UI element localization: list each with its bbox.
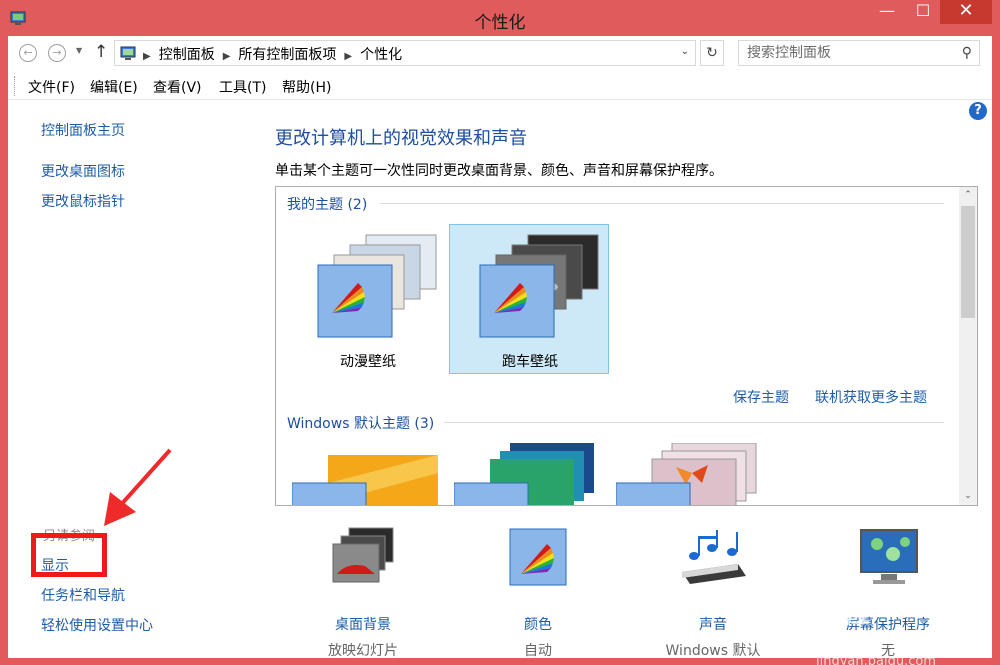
refresh-button[interactable]: ↻ xyxy=(700,40,724,66)
forward-button[interactable]: → xyxy=(48,44,66,62)
my-themes-heading: 我的主题 (2) xyxy=(287,197,368,213)
red-arrow-annotation-icon xyxy=(104,448,172,526)
minimize-button[interactable]: — xyxy=(870,0,904,24)
theme-anime-wallpaper[interactable]: 动漫壁纸 xyxy=(288,225,448,375)
theme-sports-car-wallpaper[interactable]: 跑车壁纸 xyxy=(449,224,609,374)
group-divider xyxy=(444,422,944,423)
menu-view[interactable]: 查看(V) xyxy=(153,77,202,97)
save-theme-link[interactable]: 保存主题 xyxy=(733,387,789,407)
control-panel-icon xyxy=(120,46,136,60)
title-bar: 个性化 — ☐ ✕ xyxy=(0,0,1000,36)
menu-grip xyxy=(14,76,16,96)
window-title: 个性化 xyxy=(474,13,526,33)
color-icon xyxy=(509,528,567,586)
address-box[interactable]: ▶ 控制面板 ▶ 所有控制面板项 ▶ 个性化 ⌄ xyxy=(114,40,696,66)
recent-locations-chevron-icon[interactable]: ▼ xyxy=(76,46,82,55)
page-title: 更改计算机上的视觉效果和声音 xyxy=(275,128,527,149)
theme-name: 跑车壁纸 xyxy=(502,354,558,370)
address-bar: ← → ▼ ↑ ▶ 控制面板 ▶ 所有控制面板项 ▶ 个性化 ⌄ ↻ ⚲ xyxy=(8,36,992,70)
close-button[interactable]: ✕ xyxy=(940,0,992,24)
maximize-button[interactable]: ☐ xyxy=(906,0,940,24)
change-mouse-pointer-link[interactable]: 更改鼠标指针 xyxy=(41,191,125,211)
menu-tools[interactable]: 工具(T) xyxy=(219,77,266,97)
crumb-separator-icon: ▶ xyxy=(222,51,231,62)
theme-anime-thumbnail xyxy=(317,234,437,338)
scroll-thumb[interactable] xyxy=(961,206,975,318)
address-dropdown-chevron-icon[interactable]: ⌄ xyxy=(681,46,689,57)
crumb-personalization[interactable]: 个性化 xyxy=(360,47,402,63)
crumb-control-panel[interactable]: 控制面板 xyxy=(159,47,215,63)
crumb-separator-icon: ▶ xyxy=(143,51,151,62)
windows-default-themes-heading: Windows 默认主题 (3) xyxy=(287,416,435,432)
theme-list: 我的主题 (2) 动漫壁纸 跑车壁纸 保存主题 联机获取更多主题 Windows… xyxy=(275,186,978,506)
scroll-up-arrow-icon[interactable]: ⌃ xyxy=(959,187,977,204)
breadcrumb: ▶ 控制面板 ▶ 所有控制面板项 ▶ 个性化 xyxy=(143,44,402,64)
baidu-watermark-url: jingyan.baidu.com xyxy=(816,654,936,665)
taskbar-navigation-link[interactable]: 任务栏和导航 xyxy=(41,585,125,605)
up-arrow-icon[interactable]: ↑ xyxy=(94,42,108,62)
option-label[interactable]: 颜色 xyxy=(463,614,613,634)
option-label[interactable]: 桌面背景 xyxy=(288,614,438,634)
baidu-watermark: Bai 经验 xyxy=(728,592,873,630)
help-icon[interactable]: ? xyxy=(969,102,987,120)
search-icon[interactable]: ⚲ xyxy=(962,45,972,61)
option-value: 放映幻灯片 xyxy=(328,643,398,659)
lines-colors-theme-thumbnail[interactable] xyxy=(454,443,604,505)
theme-sports-car-thumbnail xyxy=(479,234,599,338)
theme-list-scrollbar[interactable]: ⌃ ⌄ xyxy=(959,187,977,505)
menu-edit[interactable]: 编辑(E) xyxy=(90,77,138,97)
scroll-down-arrow-icon[interactable]: ⌄ xyxy=(959,488,977,505)
group-divider xyxy=(380,203,944,204)
back-button[interactable]: ← xyxy=(19,44,37,62)
option-value: Windows 默认 xyxy=(665,643,761,659)
crumb-all-items[interactable]: 所有控制面板项 xyxy=(238,47,336,63)
color-option[interactable]: 颜色 自动 xyxy=(463,526,613,659)
theme-name: 动漫壁纸 xyxy=(340,354,396,370)
get-more-themes-link[interactable]: 联机获取更多主题 xyxy=(815,387,927,407)
change-desktop-icons-link[interactable]: 更改桌面图标 xyxy=(41,161,125,181)
control-panel-home-link[interactable]: 控制面板主页 xyxy=(41,120,125,140)
ease-of-access-link[interactable]: 轻松使用设置中心 xyxy=(41,615,153,635)
menu-help[interactable]: 帮助(H) xyxy=(282,77,331,97)
page-description: 单击某个主题可一次性同时更改桌面背景、颜色、声音和屏幕保护程序。 xyxy=(275,163,723,179)
crumb-separator-icon: ▶ xyxy=(344,51,353,62)
option-value: 自动 xyxy=(524,643,552,659)
desktop-background-option[interactable]: 桌面背景 放映幻灯片 xyxy=(288,526,438,659)
screensaver-icon xyxy=(860,529,918,584)
search-box: ⚲ xyxy=(738,40,980,66)
window-client: ← → ▼ ↑ ▶ 控制面板 ▶ 所有控制面板项 ▶ 个性化 ⌄ ↻ ⚲ 文件(F) 编辑… xyxy=(8,36,992,665)
display-link[interactable]: 显示 xyxy=(41,555,69,575)
windows-theme-thumbnail[interactable] xyxy=(292,443,442,505)
flowers-theme-thumbnail[interactable] xyxy=(616,443,766,505)
sound-icon xyxy=(682,530,746,584)
search-input[interactable] xyxy=(747,44,947,62)
menu-file[interactable]: 文件(F) xyxy=(28,77,75,97)
menu-bar: 文件(F) 编辑(E) 查看(V) 工具(T) 帮助(H) xyxy=(8,72,992,100)
desktop-background-icon xyxy=(332,527,394,583)
